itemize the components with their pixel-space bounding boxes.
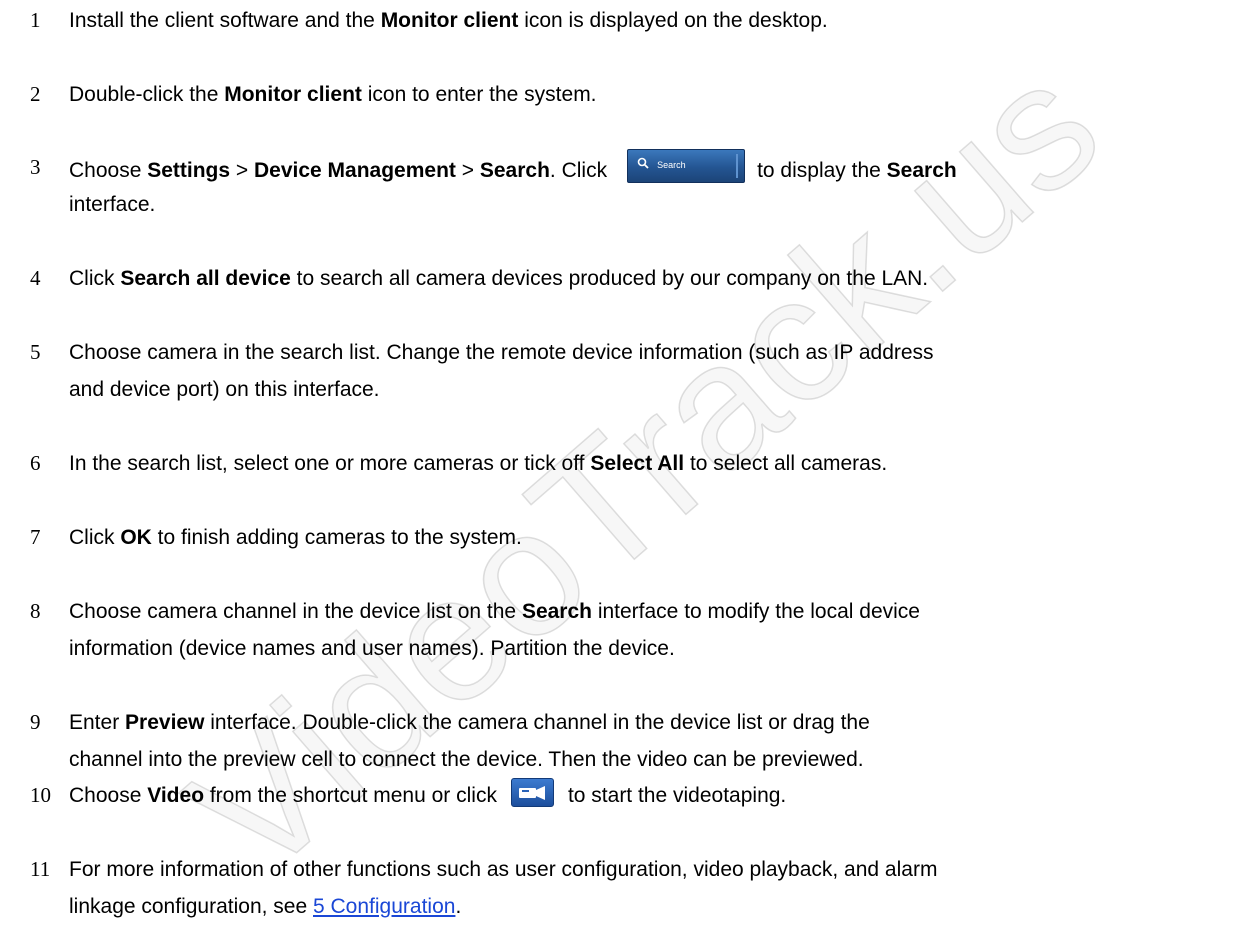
step-text: Click Search all device to search all ca…: [69, 267, 929, 290]
ui-term: OK: [120, 526, 152, 549]
search-button-label: Search: [657, 160, 686, 170]
ui-term: Preview: [125, 711, 205, 734]
ui-term: Search all device: [120, 267, 291, 290]
step-text: Choose Video from the shortcut menu or c…: [69, 777, 1209, 814]
step-number: 9: [30, 710, 41, 734]
ui-term: Settings: [147, 159, 231, 182]
ui-term: Search: [521, 600, 592, 623]
step-number: 6: [30, 451, 41, 475]
step-number: 7: [30, 525, 41, 549]
step-number: 2: [30, 82, 41, 106]
search-button-image: Search: [627, 149, 746, 183]
step-text: Choose camera channel in the device list…: [69, 600, 920, 623]
ui-term: Select All: [590, 452, 685, 475]
step-number: 4: [30, 266, 41, 290]
step-text: Choose Settings > Device Management > Se…: [69, 149, 1209, 189]
step-number: 10: [30, 783, 51, 807]
step-text-continued: linkage configuration, see 5 Configurati…: [69, 895, 462, 918]
video-record-button-image: [510, 778, 554, 807]
configuration-link[interactable]: 5 Configuration: [313, 895, 455, 918]
step-text-continued: and device port) on this interface.: [69, 378, 380, 401]
step-number: 5: [30, 340, 41, 364]
ui-term: Monitor client: [380, 9, 519, 32]
step-text: Double-click the Monitor client icon to …: [69, 83, 597, 106]
step-text: Click OK to finish adding cameras to the…: [69, 526, 522, 549]
ui-term: Search: [886, 159, 957, 182]
step-text-continued: channel into the preview cell to connect…: [69, 748, 864, 771]
ui-term: Video: [147, 784, 205, 807]
step-number: 1: [30, 8, 41, 32]
ui-term: Device Management: [254, 159, 456, 182]
ui-term: Search: [479, 159, 550, 182]
step-number: 3: [30, 155, 41, 179]
step-text: Install the client software and the Moni…: [69, 9, 828, 32]
step-number: 11: [30, 857, 51, 881]
step-text: In the search list, select one or more c…: [69, 452, 888, 475]
document-page: VideoTrack.us 1 Install the client softw…: [0, 0, 1235, 918]
step-text-continued: information (device names and user names…: [69, 637, 675, 660]
video-camera-icon: [518, 786, 545, 800]
step-number: 8: [30, 599, 41, 623]
step-text-continued: interface.: [69, 193, 156, 216]
step-text: For more information of other functions …: [69, 858, 938, 881]
magnifier-icon: [637, 157, 649, 169]
step-text: Enter Preview interface. Double-click th…: [69, 711, 870, 734]
step-text: Choose camera in the search list. Change…: [69, 341, 934, 364]
ui-term: Monitor client: [224, 83, 362, 106]
